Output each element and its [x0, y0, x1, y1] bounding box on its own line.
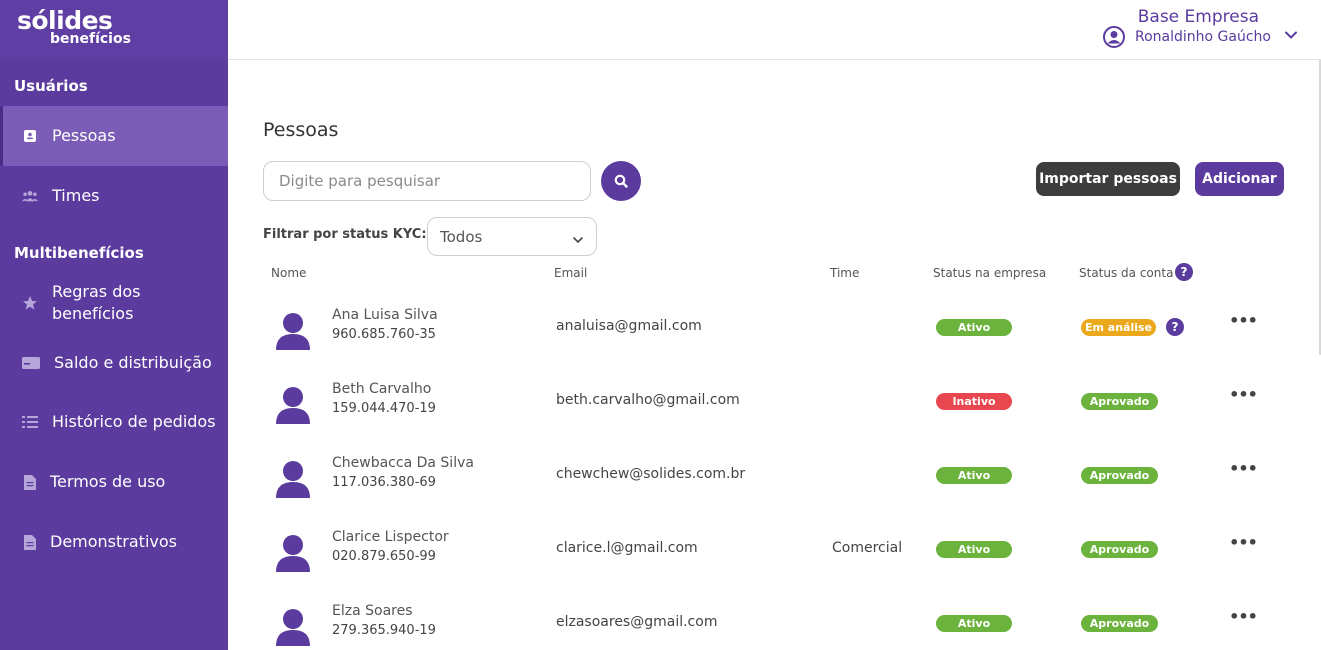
person-avatar-icon [275, 608, 311, 646]
section-title-usuarios: Usuários [14, 77, 88, 95]
more-options-icon[interactable]: ••• [1229, 311, 1258, 330]
sidebar-item-times[interactable]: Times [0, 166, 228, 226]
company-status-badge: Ativo [936, 541, 1012, 558]
user-name: Ronaldinho Gaúcho [1135, 29, 1271, 45]
person-cpf: 159.044.470-19 [332, 401, 436, 416]
more-options-icon[interactable]: ••• [1229, 385, 1258, 404]
kyc-status-value: Todos [440, 227, 483, 246]
person-cpf: 960.685.760-35 [332, 327, 436, 342]
import-people-button[interactable]: Importar pessoas [1036, 162, 1180, 196]
add-button[interactable]: Adicionar [1195, 162, 1284, 196]
account-status-badge: Em análise [1081, 319, 1156, 336]
person-name: Clarice Lispector [332, 529, 449, 545]
more-options-icon[interactable]: ••• [1229, 533, 1258, 552]
person-cpf: 117.036.380-69 [332, 475, 436, 490]
chevron-down-icon[interactable] [1284, 27, 1298, 41]
team-icon [22, 188, 38, 204]
account-status-badge: Aprovado [1081, 615, 1158, 632]
person-cpf: 279.365.940-19 [332, 623, 436, 638]
sidebar: sólides benefícios Usuários Pessoas Time… [0, 0, 228, 650]
person-name: Chewbacca Da Silva [332, 455, 474, 471]
account-status-badge: Aprovado [1081, 393, 1158, 410]
table-row[interactable]: Beth Carvalho 159.044.470-19 beth.carval… [263, 375, 1293, 449]
document-icon [22, 534, 38, 550]
person-email: elzasoares@gmail.com [556, 614, 718, 630]
company-name: Base Empresa [1137, 7, 1259, 27]
person-avatar-icon [275, 312, 311, 350]
solides-logo[interactable]: sólides benefícios [17, 6, 157, 48]
more-options-icon[interactable]: ••• [1229, 459, 1258, 478]
company-status-badge: Inativo [936, 393, 1012, 410]
search-input[interactable] [263, 161, 591, 201]
kyc-status-select[interactable]: Todos [427, 217, 597, 256]
sidebar-item-demonstrativos[interactable]: Demonstrativos [0, 522, 228, 562]
user-menu[interactable]: Ronaldinho Gaúcho [1103, 26, 1271, 48]
sidebar-item-pessoas[interactable]: Pessoas [0, 106, 228, 166]
person-email: beth.carvalho@gmail.com [556, 392, 740, 408]
search-button[interactable] [601, 161, 641, 201]
sidebar-item-regras[interactable]: Regras dos benefícios [0, 278, 228, 328]
company-status-badge: Ativo [936, 467, 1012, 484]
person-email: chewchew@solides.com.br [556, 466, 746, 482]
search-icon [614, 174, 628, 188]
sidebar-item-label: Termos de uso [50, 472, 166, 491]
column-header-account-status: Status da conta [1079, 266, 1174, 280]
person-email: clarice.l@gmail.com [556, 540, 698, 556]
account-status-badge: Aprovado [1081, 541, 1158, 558]
sidebar-item-label: Demonstrativos [50, 532, 177, 551]
document-icon [22, 474, 38, 490]
person-avatar-icon [275, 460, 311, 498]
column-header-name: Nome [271, 266, 307, 280]
chevron-down-icon [572, 231, 584, 243]
person-cpf: 020.879.650-99 [332, 549, 436, 564]
list-icon [22, 414, 38, 430]
table-row[interactable]: Clarice Lispector 020.879.650-99 clarice… [263, 523, 1293, 597]
person-avatar-icon [275, 386, 311, 424]
table-row[interactable]: Chewbacca Da Silva 117.036.380-69 chewch… [263, 449, 1293, 523]
sidebar-item-label: Times [52, 186, 100, 205]
account-status-badge: Aprovado [1081, 467, 1158, 484]
column-header-email: Email [554, 266, 588, 280]
sidebar-item-label: Histórico de pedidos [52, 412, 216, 431]
card-icon [22, 355, 40, 371]
person-name: Ana Luisa Silva [332, 307, 438, 323]
logo-sub-text: benefícios [50, 31, 131, 47]
person-name: Elza Soares [332, 603, 413, 619]
person-name: Beth Carvalho [332, 381, 432, 397]
contact-card-icon [22, 128, 38, 144]
column-header-company-status: Status na empresa [933, 266, 1047, 280]
kyc-filter-label: Filtrar por status KYC: [263, 227, 427, 242]
help-icon[interactable]: ? [1175, 263, 1193, 281]
page-title: Pessoas [263, 119, 339, 141]
sidebar-item-saldo[interactable]: Saldo e distribuição [0, 343, 228, 383]
more-options-icon[interactable]: ••• [1229, 607, 1258, 626]
sidebar-item-label: Pessoas [52, 126, 116, 145]
star-icon [22, 295, 38, 311]
table-row[interactable]: Elza Soares 279.365.940-19 elzasoares@gm… [263, 597, 1293, 650]
table-row[interactable]: Ana Luisa Silva 960.685.760-35 analuisa@… [263, 301, 1293, 375]
section-title-multibeneficios: Multibenefícios [14, 244, 144, 262]
company-status-badge: Ativo [936, 615, 1012, 632]
person-team: Comercial [832, 540, 903, 556]
help-icon[interactable]: ? [1166, 318, 1184, 336]
sidebar-item-historico[interactable]: Histórico de pedidos [0, 402, 228, 442]
company-status-badge: Ativo [936, 319, 1012, 336]
top-header: Base Empresa Ronaldinho Gaúcho [228, 0, 1321, 60]
user-avatar-icon [1103, 26, 1126, 48]
person-avatar-icon [275, 534, 311, 572]
sidebar-item-label: Regras dos benefícios [52, 282, 141, 323]
sidebar-item-label: Saldo e distribuição [54, 353, 212, 372]
person-email: analuisa@gmail.com [556, 318, 702, 334]
sidebar-item-termos[interactable]: Termos de uso [0, 462, 228, 502]
column-header-time: Time [830, 266, 860, 280]
